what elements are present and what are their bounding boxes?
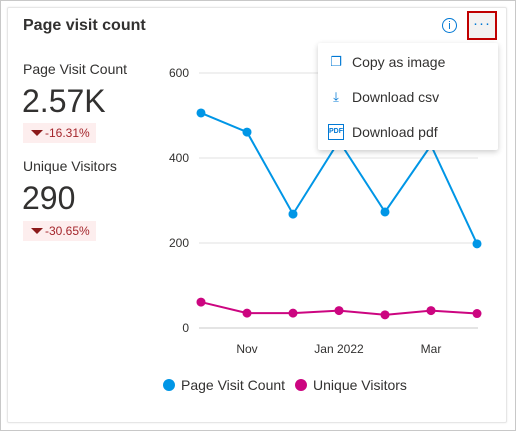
legend-item-page-visit-count[interactable]: Page Visit Count bbox=[163, 377, 285, 393]
data-point[interactable] bbox=[242, 127, 252, 137]
x-tick-label: Nov bbox=[236, 342, 257, 356]
data-point[interactable] bbox=[426, 306, 436, 316]
data-point[interactable] bbox=[288, 308, 298, 318]
menu-item-download-csv[interactable]: ⤓ Download csv bbox=[318, 80, 498, 114]
data-point[interactable] bbox=[380, 207, 390, 217]
y-tick-label: 200 bbox=[169, 236, 189, 250]
download-icon: ⤓ bbox=[333, 89, 339, 104]
data-point[interactable] bbox=[472, 309, 482, 319]
data-point[interactable] bbox=[380, 310, 390, 320]
copy-icon: ❐ bbox=[330, 54, 342, 69]
y-tick-label: 600 bbox=[169, 66, 189, 80]
menu-item-copy-as-image[interactable]: ❐ Copy as image bbox=[318, 45, 498, 79]
x-tick-label: Mar bbox=[421, 342, 442, 356]
pdf-icon: PDF bbox=[328, 124, 344, 140]
data-point[interactable] bbox=[242, 308, 252, 318]
window: Page visit count i ··· Page Visit Count … bbox=[0, 0, 516, 431]
data-point[interactable] bbox=[472, 239, 482, 249]
chart-legend: Page Visit Count Unique Visitors bbox=[163, 377, 407, 393]
x-tick-label: Jan 2022 bbox=[314, 342, 364, 356]
data-point[interactable] bbox=[288, 209, 298, 219]
legend-dot bbox=[295, 379, 308, 391]
more-options-menu: ❐ Copy as image ⤓ Download csv PDF Download… bbox=[318, 43, 498, 150]
data-point[interactable] bbox=[334, 306, 344, 316]
data-point[interactable] bbox=[196, 108, 206, 118]
y-tick-label: 0 bbox=[182, 321, 189, 335]
menu-item-download-pdf[interactable]: PDF Download pdf bbox=[318, 115, 498, 149]
legend-item-unique-visitors[interactable]: Unique Visitors bbox=[295, 377, 407, 393]
y-tick-label: 400 bbox=[169, 151, 189, 165]
legend-dot bbox=[163, 379, 175, 391]
data-point[interactable] bbox=[196, 297, 206, 307]
